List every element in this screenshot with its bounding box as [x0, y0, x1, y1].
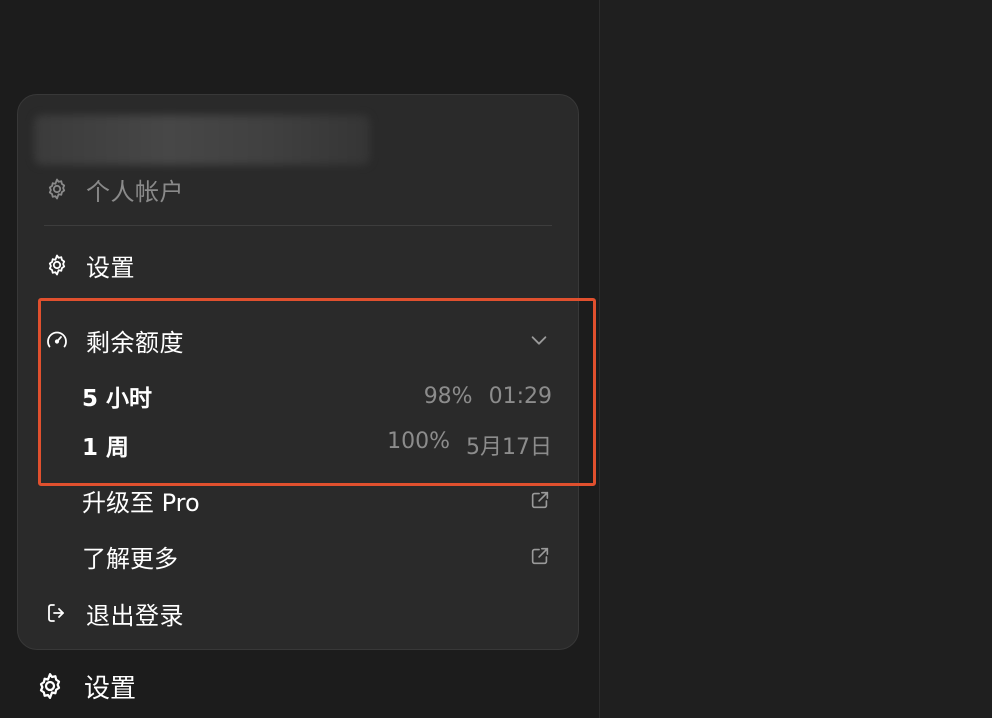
external-link-icon — [528, 544, 552, 568]
menu-item-quota-label: 剩余额度 — [86, 328, 184, 357]
menu-item-settings-label: 设置 — [86, 253, 135, 282]
sidebar-item-settings-label: 设置 — [84, 673, 137, 704]
gauge-icon — [44, 327, 70, 353]
menu-item-quota[interactable]: 剩余额度 — [44, 320, 552, 360]
sidebar-item-settings[interactable]: 设置 — [34, 664, 136, 708]
gear-icon — [34, 670, 66, 702]
app-root: 个人帐户 设置 剩余额度 5 小时 98% 01:29 1 周 100% 5月1… — [0, 0, 992, 718]
main-panel — [599, 0, 992, 718]
menu-item-upgrade[interactable]: 升级至 Pro — [82, 480, 552, 520]
quota-reset-time: 01:29 — [488, 383, 552, 409]
menu-divider — [44, 225, 552, 226]
account-email-redacted — [34, 115, 370, 165]
quota-reset-date: 5月17日 — [466, 435, 552, 460]
menu-item-settings[interactable]: 设置 — [44, 245, 552, 285]
menu-item-upgrade-label: 升级至 Pro — [82, 488, 200, 517]
gear-icon — [44, 252, 70, 278]
menu-item-learn-more-label: 了解更多 — [82, 544, 178, 573]
quota-window-label: 1 周 — [82, 435, 130, 461]
menu-item-account-label: 个人帐户 — [86, 177, 184, 206]
menu-item-logout-label: 退出登录 — [86, 601, 184, 630]
quota-row-5h: 5 小时 98% 01:29 — [82, 378, 552, 414]
external-link-icon — [528, 488, 552, 512]
chevron-down-icon[interactable] — [526, 327, 552, 353]
quota-window-label: 5 小时 — [82, 386, 153, 412]
menu-item-account: 个人帐户 — [44, 169, 552, 209]
logout-icon — [44, 600, 70, 626]
gear-icon — [44, 176, 70, 202]
menu-item-logout[interactable]: 退出登录 — [44, 593, 552, 633]
quota-percent: 100% — [387, 429, 450, 454]
quota-percent: 98% — [423, 383, 473, 409]
quota-row-1w: 1 周 100% 5月17日 — [82, 427, 552, 463]
account-menu: 个人帐户 设置 剩余额度 5 小时 98% 01:29 1 周 100% 5月1… — [17, 94, 579, 650]
menu-item-learn-more[interactable]: 了解更多 — [82, 536, 552, 576]
